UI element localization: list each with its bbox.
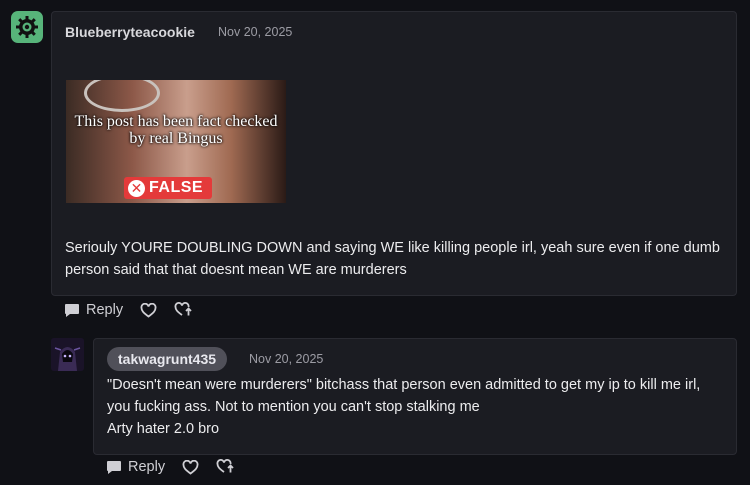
reply-bubble-icon bbox=[107, 460, 121, 474]
hooded-figure-avatar-icon bbox=[51, 338, 84, 371]
false-badge-label: FALSE bbox=[149, 179, 204, 196]
reply-author-avatar[interactable] bbox=[51, 338, 84, 371]
reply-label: Reply bbox=[128, 459, 166, 475]
post-date: Nov 20, 2025 bbox=[218, 25, 293, 39]
reply-button[interactable]: Reply bbox=[106, 459, 165, 475]
false-badge: ✕ FALSE bbox=[124, 177, 212, 199]
meme-glasses-shape bbox=[84, 80, 160, 112]
post-card: Blueberryteacookie Nov 20, 2025 This pos… bbox=[51, 11, 737, 296]
reply-author[interactable]: takwagrunt435 bbox=[107, 347, 228, 371]
post-image[interactable]: This post has been fact checked by real … bbox=[66, 80, 286, 203]
reply-card: takwagrunt435 Nov 20, 2025 "Doesn't mean… bbox=[93, 338, 737, 455]
post-text: Seriouly YOURE DOUBLING DOWN and saying … bbox=[65, 240, 720, 278]
heart-icon bbox=[182, 459, 199, 475]
reply-text-line: "Doesn't mean were murderers" bitchass t… bbox=[107, 377, 701, 393]
repost-button[interactable] bbox=[174, 302, 193, 318]
like-button[interactable] bbox=[182, 459, 199, 475]
x-circle-icon: ✕ bbox=[128, 179, 145, 197]
reply-date: Nov 20, 2025 bbox=[249, 352, 324, 366]
meme-caption: This post has been fact checked by real … bbox=[74, 113, 278, 147]
reply-bubble-icon bbox=[65, 303, 79, 317]
reply-label: Reply bbox=[86, 302, 124, 318]
heart-icon bbox=[140, 302, 157, 318]
repost-heart-icon bbox=[174, 302, 192, 316]
gear-avatar-icon bbox=[16, 16, 38, 38]
reply-text: "Doesn't mean were murderers" bitchass t… bbox=[107, 374, 732, 440]
post-actions: Reply bbox=[64, 302, 210, 318]
repost-button[interactable] bbox=[216, 459, 235, 475]
repost-heart-icon bbox=[216, 459, 234, 473]
reply-button[interactable]: Reply bbox=[64, 302, 123, 318]
author-avatar[interactable] bbox=[11, 11, 43, 43]
reply-text-line: you fucking ass. Not to mention you can'… bbox=[107, 399, 480, 415]
like-button[interactable] bbox=[140, 302, 157, 318]
reply-actions: Reply bbox=[106, 459, 252, 475]
post-author[interactable]: Blueberryteacookie bbox=[65, 24, 195, 40]
reply-text-line: Arty hater 2.0 bro bbox=[107, 421, 220, 437]
